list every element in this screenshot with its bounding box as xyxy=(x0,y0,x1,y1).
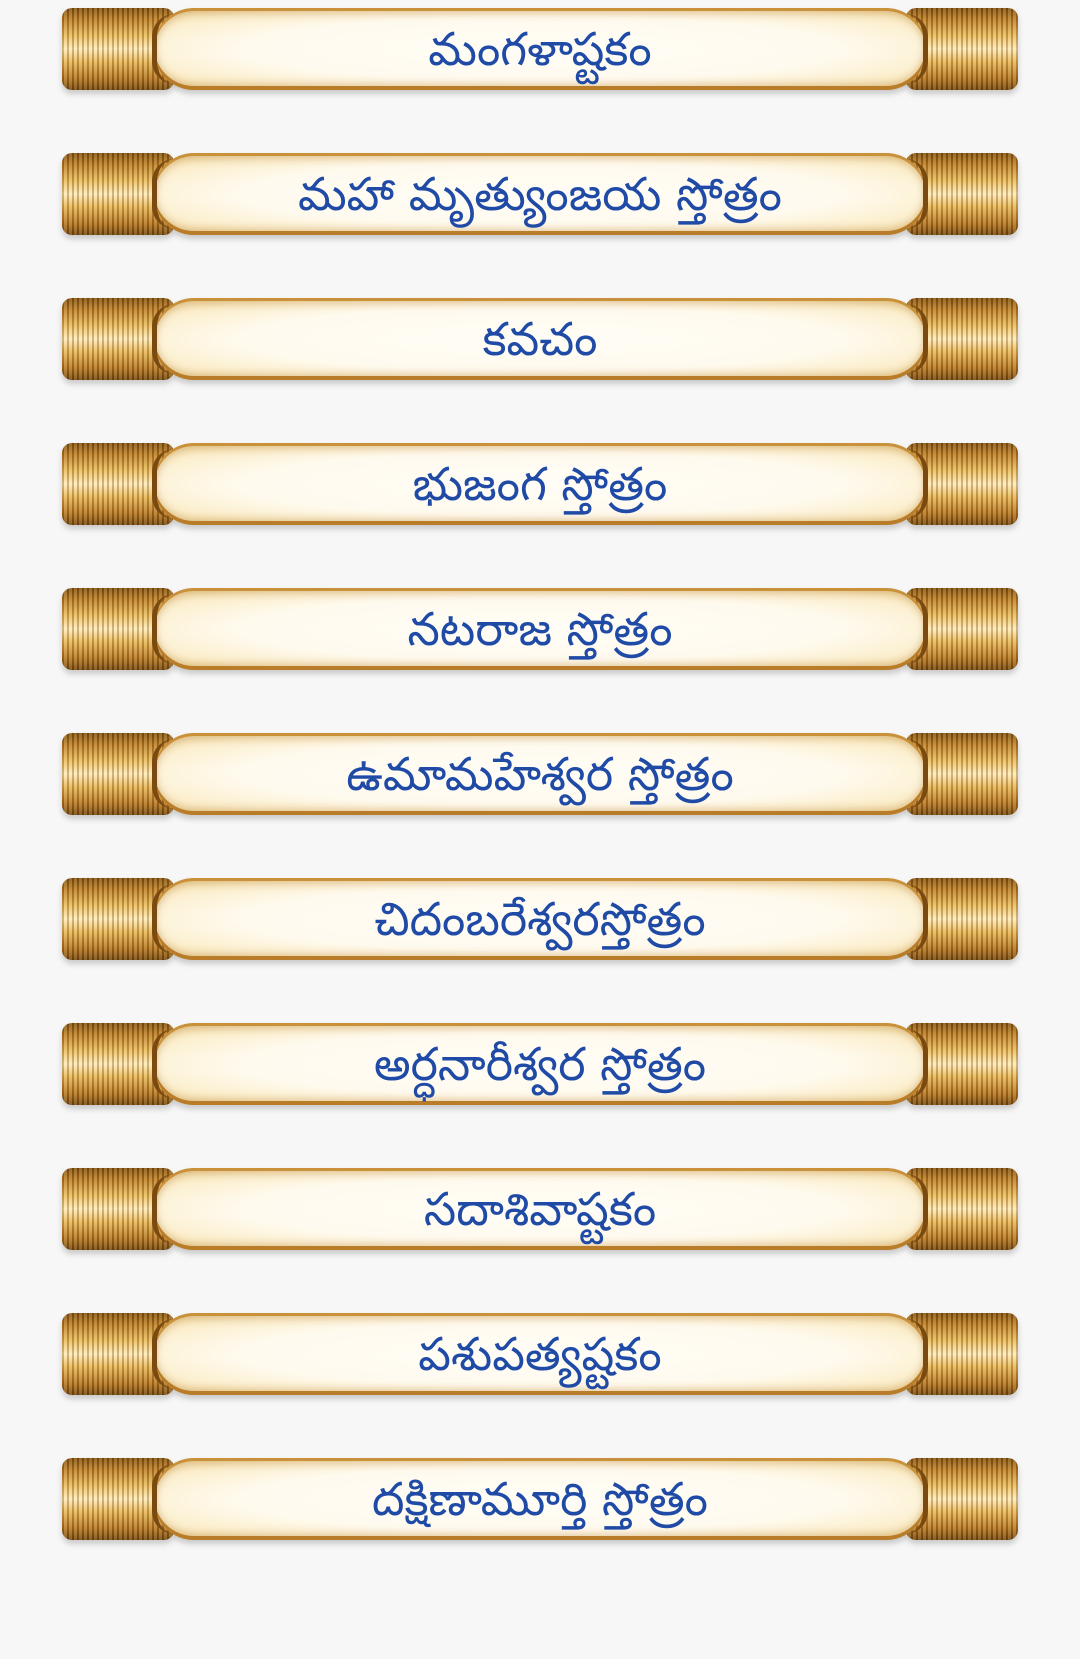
list-item-dakshinamurthy-stotram[interactable]: దక్షిణామూర్తి స్తోత్రం xyxy=(62,1458,1018,1540)
item-label: మహా మృత్యుంజయ స్తోత్రం xyxy=(297,167,782,221)
list-item-maha-mrityunjaya-stotram[interactable]: మహా మృత్యుంజయ స్తోత్రం xyxy=(62,153,1018,235)
stotram-list: మంగళాష్టకం మహా మృత్యుంజయ స్తోత్రం కవచం భ… xyxy=(0,0,1080,1659)
list-item-nataraja-stotram[interactable]: నటరాజ స్తోత్రం xyxy=(62,588,1018,670)
item-label: సదాశివాష్టకం xyxy=(423,1182,657,1236)
item-label: ఉమామహేశ్వర స్తోత్రం xyxy=(346,747,734,801)
item-label: నటరాజ స్తోత్రం xyxy=(407,602,673,656)
list-item-bhujanga-stotram[interactable]: భుజంగ స్తోత్రం xyxy=(62,443,1018,525)
list-item-ardhanareeshwara-stotram[interactable]: అర్ధనారీశ్వర స్తోత్రం xyxy=(62,1023,1018,1105)
item-label: పశుపత్యష్టకం xyxy=(418,1327,662,1381)
item-label: మంగళాష్టకం xyxy=(428,22,652,76)
list-item-umamaheshwara-stotram[interactable]: ఉమామహేశ్వర స్తోత్రం xyxy=(62,733,1018,815)
item-label: భుజంగ స్తోత్రం xyxy=(412,457,668,511)
list-item-mangalashtakam[interactable]: మంగళాష్టకం xyxy=(62,8,1018,90)
item-label: అర్ధనారీశ్వర స్తోత్రం xyxy=(373,1037,707,1091)
list-item-chidambareshwara-stotram[interactable]: చిదంబరేశ్వరస్తోత్రం xyxy=(62,878,1018,960)
list-item-kavacham[interactable]: కవచం xyxy=(62,298,1018,380)
item-label: చిదంబరేశ్వరస్తోత్రం xyxy=(374,892,706,946)
item-label: కవచం xyxy=(482,312,598,366)
list-item-sadashivashtakam[interactable]: సదాశివాష్టకం xyxy=(62,1168,1018,1250)
item-label: దక్షిణామూర్తి స్తోత్రం xyxy=(372,1472,708,1526)
list-item-pashupatyashtakam[interactable]: పశుపత్యష్టకం xyxy=(62,1313,1018,1395)
